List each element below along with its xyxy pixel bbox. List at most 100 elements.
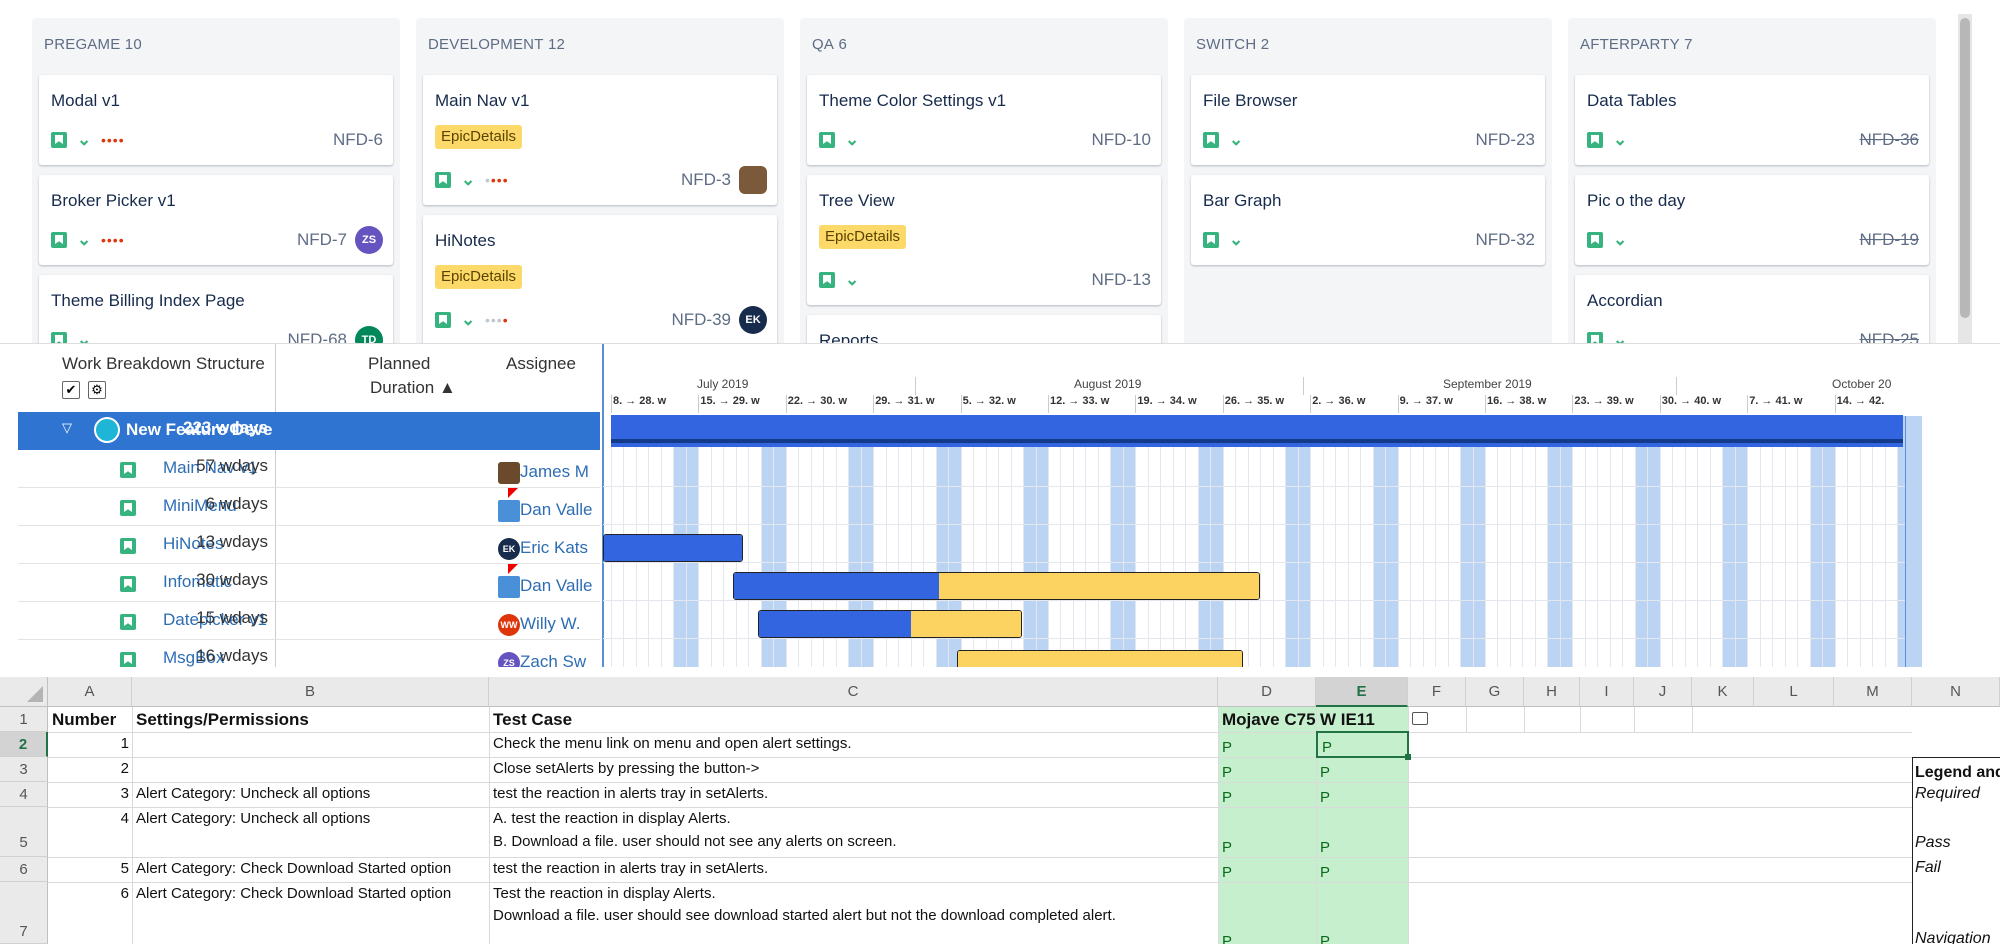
row-header[interactable]: 5 — [0, 807, 48, 857]
issue-key[interactable]: NFD-25 — [1859, 327, 1919, 343]
row-header[interactable]: 7 — [0, 882, 48, 944]
column-header[interactable]: K — [1692, 677, 1754, 707]
issue-card[interactable]: File Browser ⌄ NFD-23 — [1191, 75, 1545, 165]
number-cell[interactable]: 3 — [48, 785, 132, 802]
legend-navigation[interactable]: Navigation — [1912, 927, 1994, 944]
settings-gear-icon[interactable]: ⚙ — [88, 381, 106, 399]
header-cell[interactable]: Number — [49, 710, 119, 730]
settings-cell[interactable]: Alert Category: Check Download Started o… — [133, 860, 454, 877]
wbs-column-header[interactable]: Work Breakdown Structure — [62, 354, 265, 374]
avatar[interactable]: EK — [739, 306, 767, 334]
settings-cell[interactable]: Alert Category: Uncheck all options — [133, 785, 373, 802]
issue-card[interactable]: Reports — [807, 315, 1161, 343]
issue-card[interactable]: Tree View EpicDetails ⌄ NFD-13 — [807, 175, 1161, 305]
collapse-triangle-icon[interactable]: ▽ — [62, 420, 72, 436]
gantt-row-root[interactable]: ▽ New Feature Deve 223 wdays — [18, 412, 600, 450]
issue-key[interactable]: NFD-10 — [1091, 127, 1151, 153]
number-cell[interactable]: 1 — [48, 735, 132, 752]
row-header[interactable]: 4 — [0, 782, 48, 807]
test-case-cell[interactable]: A. test the reaction in display Alerts. — [490, 810, 734, 827]
result-cell[interactable]: P — [1222, 864, 1232, 881]
legend-fail[interactable]: Fail — [1912, 856, 1944, 880]
result-cell[interactable]: P — [1222, 739, 1232, 756]
column-header[interactable]: F — [1408, 677, 1466, 707]
issue-key[interactable]: NFD-19 — [1859, 227, 1919, 253]
issue-card[interactable]: Data Tables ⌄ NFD-36 — [1575, 75, 1929, 165]
active-cell[interactable]: P — [1316, 731, 1411, 760]
issue-key[interactable]: NFD-23 — [1475, 127, 1535, 153]
gantt-row[interactable]: Main Nav v1 57 wdays James M — [18, 450, 600, 488]
issue-card[interactable]: Theme Billing Index Page ⌄ NFD-68 TD — [39, 275, 393, 343]
column-header[interactable]: N — [1912, 677, 2000, 707]
issue-key[interactable]: NFD-7 — [297, 227, 347, 253]
settings-cell[interactable]: Alert Category: Uncheck all options — [133, 810, 373, 827]
avatar[interactable]: ZS — [355, 226, 383, 254]
settings-cell[interactable]: Alert Category: Check Download Started o… — [133, 885, 454, 902]
result-cell[interactable]: P — [1320, 864, 1330, 881]
select-all-checkbox[interactable]: ✔ — [62, 381, 80, 399]
result-cell[interactable]: P — [1320, 933, 1330, 944]
test-case-cell[interactable]: test the reaction in alerts tray in setA… — [490, 860, 771, 877]
legend-pass[interactable]: Pass — [1912, 831, 1954, 855]
scrollbar-thumb[interactable] — [1960, 18, 1970, 318]
epic-label[interactable]: EpicDetails — [819, 225, 907, 249]
row-header[interactable]: 6 — [0, 857, 48, 882]
issue-key[interactable]: NFD-32 — [1475, 227, 1535, 253]
task-bar-infomatic[interactable] — [733, 572, 1260, 600]
assignee-header[interactable]: Assignee — [506, 354, 576, 374]
row-header[interactable]: 1 — [0, 707, 48, 732]
issue-card[interactable]: Bar Graph ⌄ NFD-32 — [1191, 175, 1545, 265]
gantt-timeline[interactable]: July 2019 August 2019 September 2019 Oct… — [603, 344, 2000, 667]
column-header[interactable]: M — [1834, 677, 1912, 707]
issue-key[interactable]: NFD-13 — [1091, 267, 1151, 293]
issue-card[interactable]: Accordian ⌄ NFD-25 — [1575, 275, 1929, 343]
task-bar-msgbox[interactable] — [957, 650, 1243, 667]
issue-card[interactable]: Theme Color Settings v1 ⌄ NFD-10 — [807, 75, 1161, 165]
column-header[interactable]: A — [48, 677, 132, 707]
issue-card[interactable]: Pic o the day ⌄ NFD-19 — [1575, 175, 1929, 265]
result-cell[interactable]: P — [1320, 764, 1330, 781]
column-header[interactable]: I — [1580, 677, 1634, 707]
header-cell[interactable]: Settings/Permissions — [133, 710, 312, 730]
column-header[interactable]: J — [1634, 677, 1692, 707]
comment-icon[interactable] — [1412, 712, 1428, 725]
number-cell[interactable]: 4 — [48, 810, 132, 827]
avatar[interactable] — [739, 166, 767, 194]
test-case-cell[interactable]: test the reaction in alerts tray in setA… — [490, 785, 771, 802]
legend-required[interactable]: Required — [1912, 782, 1983, 806]
issue-key[interactable]: NFD-68 — [287, 327, 347, 343]
header-cell[interactable]: Test Case — [490, 710, 575, 730]
issue-card[interactable]: HiNotes EpicDetails ⌄ •••• NFD-39 EK — [423, 215, 777, 343]
result-cell[interactable]: P — [1320, 839, 1330, 856]
column-header[interactable]: C — [489, 677, 1218, 707]
legend-title[interactable]: Legend and — [1912, 757, 2000, 782]
number-cell[interactable]: 2 — [48, 760, 132, 777]
avatar[interactable]: TD — [355, 326, 383, 343]
result-cell[interactable]: P — [1222, 839, 1232, 856]
test-case-cell[interactable]: Test the reaction in display Alerts. — [490, 885, 719, 902]
header-cell[interactable]: W IE11 — [1317, 710, 1378, 730]
issue-card[interactable]: Main Nav v1 EpicDetails ⌄ •••• NFD-3 — [423, 75, 777, 205]
issue-card[interactable]: Broker Picker v1 ⌄ •••• NFD-7 ZS — [39, 175, 393, 265]
issue-key[interactable]: NFD-36 — [1859, 127, 1919, 153]
epic-label[interactable]: EpicDetails — [435, 125, 523, 149]
test-case-cell[interactable]: Check the menu link on menu and open ale… — [490, 735, 855, 752]
issue-key[interactable]: NFD-6 — [333, 127, 383, 153]
planned-header[interactable]: Planned — [368, 354, 430, 374]
task-bar-datepicker[interactable] — [758, 610, 1022, 638]
result-cell[interactable]: P — [1222, 764, 1232, 781]
result-cell[interactable]: P — [1320, 789, 1330, 806]
column-header[interactable]: L — [1754, 677, 1834, 707]
result-cell[interactable]: P — [1222, 933, 1232, 944]
test-case-cell[interactable]: Close setAlerts by pressing the button-> — [490, 760, 762, 777]
column-header[interactable]: B — [132, 677, 489, 707]
issue-card[interactable]: Modal v1 ⌄ •••• NFD-6 — [39, 75, 393, 165]
header-cell[interactable]: Mojave C75 — [1219, 710, 1319, 730]
gantt-row[interactable]: HiNotes 13 wdays EK Eric Kats — [18, 526, 600, 564]
result-cell[interactable]: P — [1222, 789, 1232, 806]
select-all-corner[interactable] — [0, 677, 48, 707]
board-scrollbar[interactable] — [1958, 14, 1972, 343]
epic-label[interactable]: EpicDetails — [435, 265, 523, 289]
gantt-row[interactable]: Datepicker v1 15 wdays WW Willy W. — [18, 602, 600, 640]
gantt-row[interactable]: MiniMenu 6 wdays Dan Valle — [18, 488, 600, 526]
